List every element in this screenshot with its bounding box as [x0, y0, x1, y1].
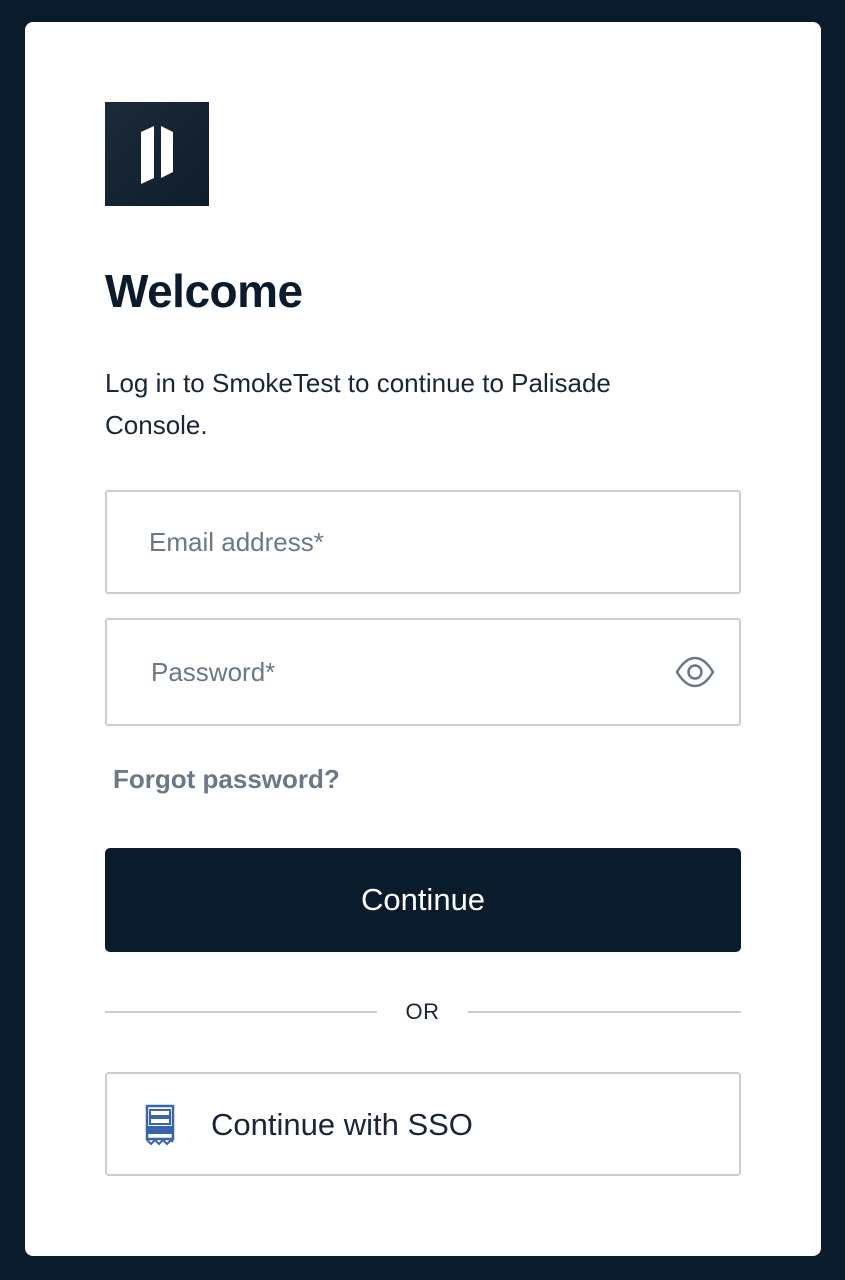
divider-or: OR: [405, 999, 440, 1024]
forgot-password-link[interactable]: Forgot password?: [113, 764, 340, 795]
email-field[interactable]: [105, 490, 741, 594]
login-card: Welcome Log in to SmokeTest to continue …: [25, 22, 821, 1256]
divider-line-right: [468, 1011, 741, 1013]
continue-with-sso-button[interactable]: Continue with SSO: [105, 1072, 741, 1176]
eye-icon[interactable]: [675, 654, 715, 690]
palisade-logo-icon: [141, 126, 173, 184]
page-title: Welcome: [105, 265, 303, 317]
divider-line-left: [105, 1011, 377, 1013]
email-input[interactable]: [107, 492, 739, 592]
palisade-logo: [105, 102, 209, 206]
password-field[interactable]: [105, 618, 741, 726]
password-input[interactable]: [107, 620, 739, 724]
sso-document-icon: [145, 1104, 175, 1146]
sso-button-label: Continue with SSO: [211, 1107, 473, 1142]
continue-button[interactable]: Continue: [105, 848, 741, 952]
login-subtitle: Log in to SmokeTest to continue to Palis…: [105, 368, 611, 440]
